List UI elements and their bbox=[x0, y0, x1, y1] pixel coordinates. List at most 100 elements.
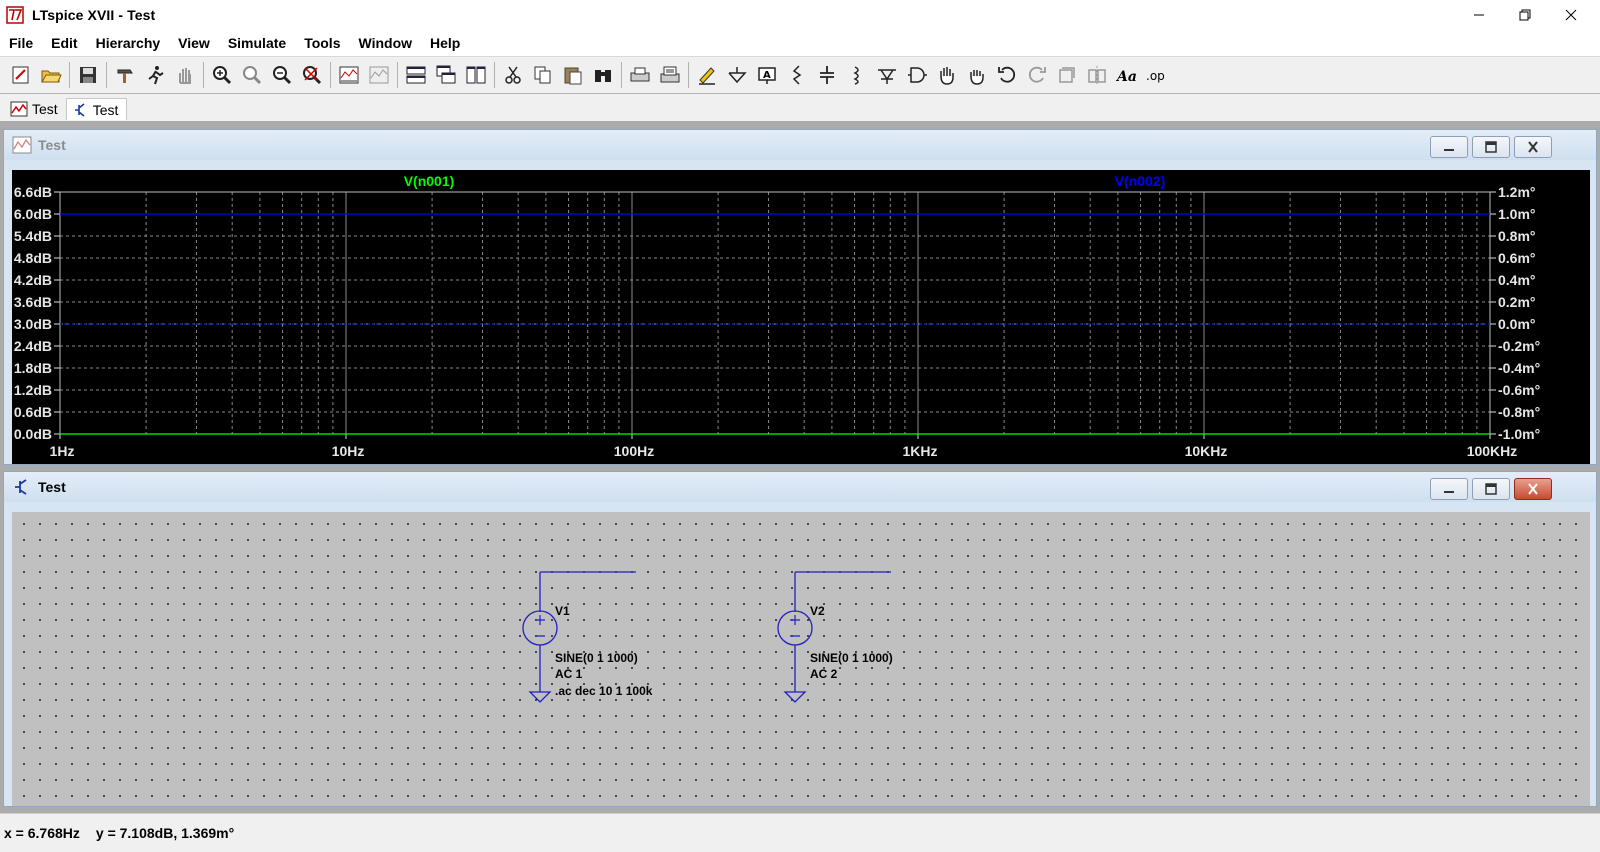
delete-trace-button[interactable] bbox=[364, 61, 394, 89]
redo-button[interactable] bbox=[1022, 61, 1052, 89]
schematic-window-title: Test bbox=[38, 479, 66, 495]
trace-label[interactable]: V(n001) bbox=[404, 173, 455, 189]
component-ac[interactable]: AC 2 bbox=[810, 667, 838, 681]
component-button[interactable] bbox=[902, 61, 932, 89]
ground-symbol bbox=[528, 645, 552, 703]
zoom-out-button[interactable] bbox=[267, 61, 297, 89]
y-axis-left-label: 1.8dB bbox=[14, 360, 52, 376]
y-axis-right-label: -0.6m° bbox=[1498, 382, 1540, 398]
y-axis-left-label: 2.4dB bbox=[14, 338, 52, 354]
component-ref[interactable]: V2 bbox=[810, 604, 825, 618]
schematic-canvas[interactable]: V1 SINE(0 1 1000) AC 1 .ac dec 10 1 100k… bbox=[12, 512, 1590, 806]
capacitor-icon bbox=[820, 66, 834, 84]
plot-canvas[interactable]: 6.6dB 1.2m° 6.0dB 1.0m° 5.4dB 0.8m° 4.8dB 0.6m°… bbox=[12, 170, 1590, 464]
menu-bar: File Edit Hierarchy View Simulate Tools … bbox=[0, 30, 1600, 56]
inductor-button[interactable] bbox=[842, 61, 872, 89]
capacitor-button[interactable] bbox=[812, 61, 842, 89]
diode-button[interactable] bbox=[872, 61, 902, 89]
run-button[interactable] bbox=[140, 61, 170, 89]
new-schematic-button[interactable] bbox=[6, 61, 36, 89]
tab-schematic-test[interactable]: Test bbox=[65, 98, 128, 120]
rotate-button[interactable] bbox=[1052, 61, 1082, 89]
find-button[interactable] bbox=[588, 61, 618, 89]
text-button[interactable]: Aa bbox=[1112, 61, 1142, 89]
x-axis-label: 100KHz bbox=[1467, 443, 1518, 459]
pan-button[interactable] bbox=[237, 61, 267, 89]
tile-horizontal-icon bbox=[406, 66, 426, 84]
title-bar: LTspice XVII - Test bbox=[0, 0, 1600, 30]
menu-edit[interactable]: Edit bbox=[50, 35, 86, 51]
tab-waveform-test[interactable]: Test bbox=[6, 98, 66, 120]
ltspice-logo-icon bbox=[6, 6, 24, 24]
schematic-minimize-button[interactable] bbox=[1430, 478, 1468, 500]
waveform-window-titlebar[interactable]: Test bbox=[4, 130, 1596, 160]
halt-button[interactable] bbox=[170, 61, 200, 89]
schematic-maximize-button[interactable] bbox=[1472, 478, 1510, 500]
schematic-icon bbox=[15, 479, 27, 495]
menu-file[interactable]: File bbox=[8, 35, 42, 51]
component-ac[interactable]: AC 1 bbox=[555, 667, 583, 681]
toolbar-separator bbox=[203, 62, 204, 88]
y-axis-right-label: 0.2m° bbox=[1498, 294, 1536, 310]
save-button[interactable] bbox=[73, 61, 103, 89]
print-preview-button[interactable] bbox=[655, 61, 685, 89]
cascade-icon bbox=[436, 65, 456, 84]
hand-drag-icon bbox=[970, 70, 984, 85]
zoom-in-button[interactable] bbox=[207, 61, 237, 89]
move-button[interactable] bbox=[932, 61, 962, 89]
menu-help[interactable]: Help bbox=[429, 35, 469, 51]
waveform-close-button[interactable] bbox=[1514, 136, 1552, 158]
restore-icon bbox=[1519, 9, 1531, 21]
control-panel-button[interactable] bbox=[110, 61, 140, 89]
running-man-icon bbox=[148, 66, 164, 85]
x-axis-label: 10KHz bbox=[1185, 443, 1228, 459]
voltage-source-v1[interactable]: V1 SINE(0 1 1000) AC 1 .ac dec 10 1 100k bbox=[522, 571, 653, 703]
undo-icon bbox=[998, 66, 1016, 83]
voltage-source-v2[interactable]: V2 SINE(0 1 1000) AC 2 bbox=[777, 571, 893, 703]
y-axis-right-label: -0.2m° bbox=[1498, 338, 1540, 354]
waveform-maximize-button[interactable] bbox=[1472, 136, 1510, 158]
open-button[interactable] bbox=[36, 61, 66, 89]
tile-vertical-button[interactable] bbox=[461, 61, 491, 89]
component-value[interactable]: SINE(0 1 1000) bbox=[555, 651, 638, 665]
menu-view[interactable]: View bbox=[177, 35, 219, 51]
ground-button[interactable] bbox=[722, 61, 752, 89]
menu-tools[interactable]: Tools bbox=[303, 35, 349, 51]
y-axis-left-label: 0.0dB bbox=[14, 426, 52, 442]
autorange-button[interactable] bbox=[334, 61, 364, 89]
and-gate-icon bbox=[908, 67, 927, 83]
undo-button[interactable] bbox=[992, 61, 1022, 89]
tile-horizontal-button[interactable] bbox=[401, 61, 431, 89]
waveform-plot[interactable]: 6.6dB 1.2m° 6.0dB 1.0m° 5.4dB 0.8m° 4.8dB 0.6m°… bbox=[12, 170, 1590, 464]
waveform-minimize-button[interactable] bbox=[1430, 136, 1468, 158]
label-net-button[interactable]: A bbox=[752, 61, 782, 89]
spice-directive[interactable]: .ac dec 10 1 100k bbox=[555, 684, 653, 698]
trace-label[interactable]: V(n002) bbox=[1115, 173, 1166, 189]
copy-button[interactable] bbox=[528, 61, 558, 89]
component-ref[interactable]: V1 bbox=[555, 604, 570, 618]
component-value[interactable]: SINE(0 1 1000) bbox=[810, 651, 893, 665]
close-button[interactable] bbox=[1548, 0, 1594, 30]
menu-window[interactable]: Window bbox=[357, 35, 421, 51]
restore-button[interactable] bbox=[1502, 0, 1548, 30]
mirror-button[interactable] bbox=[1082, 61, 1112, 89]
mdi-workspace: Test 6.6dB 1.2m° 6.0dB 1.0m° 5.4dB 0.8m° 4.8dB… bbox=[0, 121, 1600, 813]
schematic-drawing[interactable]: V1 SINE(0 1 1000) AC 1 .ac dec 10 1 100k… bbox=[12, 512, 1590, 806]
draw-wire-button[interactable] bbox=[692, 61, 722, 89]
zoom-fit-button[interactable] bbox=[297, 61, 327, 89]
minimize-button[interactable] bbox=[1456, 0, 1502, 30]
resistor-button[interactable] bbox=[782, 61, 812, 89]
print-button[interactable] bbox=[625, 61, 655, 89]
tab-label: Test bbox=[32, 101, 58, 117]
drag-button[interactable] bbox=[962, 61, 992, 89]
plot-frame bbox=[59, 191, 1491, 435]
schematic-window-titlebar[interactable]: Test bbox=[4, 472, 1596, 502]
cut-button[interactable] bbox=[498, 61, 528, 89]
menu-hierarchy[interactable]: Hierarchy bbox=[95, 35, 170, 51]
menu-simulate[interactable]: Simulate bbox=[227, 35, 295, 51]
cascade-button[interactable] bbox=[431, 61, 461, 89]
spice-directive-button[interactable]: .op bbox=[1142, 61, 1172, 89]
schematic-close-button[interactable] bbox=[1514, 478, 1552, 500]
toolbar-separator bbox=[621, 62, 622, 88]
paste-button[interactable] bbox=[558, 61, 588, 89]
